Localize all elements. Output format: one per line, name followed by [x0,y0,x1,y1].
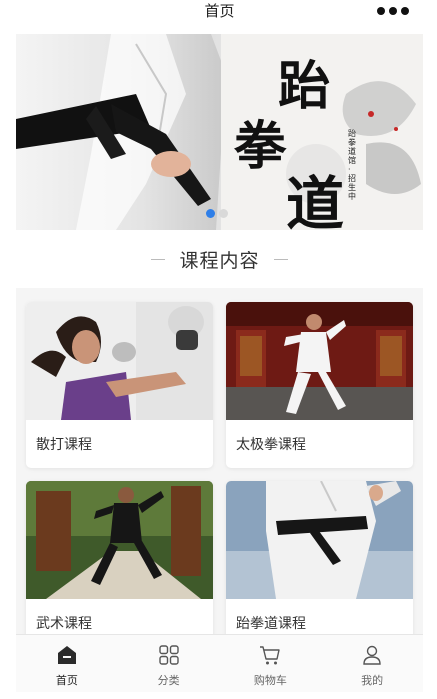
course-grid: 散打课程 太极拳课程 武术课程 跆拳道课程 [16,288,423,647]
home-indicator-area [16,692,423,699]
tab-profile[interactable]: 我的 [321,635,423,692]
sanda-course-image [26,302,213,420]
banner-char-1: 跆 [278,56,330,117]
grid-icon [158,645,179,665]
top-bar: 首页 [16,0,423,34]
banner-char-3: 道 [286,170,344,230]
divider-left [151,258,166,260]
right-margin [423,0,437,699]
carousel-indicator [206,209,228,218]
banner-char-2: 拳 [233,116,287,177]
course-label: 散打课程 [36,437,92,453]
course-label: 跆拳道课程 [236,616,306,632]
tab-home[interactable]: 首页 [16,635,118,692]
section-title: 课程内容 [179,249,260,272]
cart-icon [260,646,281,665]
bottom-tab-bar: 首页 分类 购物车 我的 [16,634,423,692]
tab-label: 购物车 [253,674,287,687]
section-header: 课程内容 [16,230,423,288]
tab-cart[interactable]: 购物车 [220,635,322,692]
divider-right [273,258,288,260]
course-card-sanda[interactable]: 散打课程 [26,302,213,468]
course-card-wushu[interactable]: 武术课程 [26,481,213,647]
banner-caption: 跆拳道馆·招生中 [348,129,356,201]
banner-carousel[interactable]: 跆 拳 道 跆拳道馆·招生中 [16,34,423,230]
left-margin [0,0,16,699]
course-card-taekwondo[interactable]: 跆拳道课程 [226,481,413,647]
taichi-course-image [226,302,413,420]
tab-label: 首页 [55,674,78,687]
tab-label: 分类 [157,674,180,687]
app-screen: 首页 跆 拳 道 跆拳道馆·招生中 课程内容 散打课程 太极拳课程 武术课程 跆… [16,0,423,699]
more-menu-icon[interactable] [377,6,409,16]
course-label: 太极拳课程 [236,437,306,453]
tab-label: 我的 [361,674,384,687]
home-icon [57,646,76,664]
course-label: 武术课程 [36,616,92,632]
wushu-course-image [26,481,213,599]
carousel-dot[interactable] [219,209,228,218]
page-title: 首页 [204,2,235,20]
taekwondo-course-image [226,481,413,599]
course-card-taichi[interactable]: 太极拳课程 [226,302,413,468]
carousel-dot-active[interactable] [206,209,215,218]
user-icon [363,645,381,665]
tab-category[interactable]: 分类 [118,635,220,692]
taekwondo-banner-image: 跆 拳 道 [16,34,423,230]
